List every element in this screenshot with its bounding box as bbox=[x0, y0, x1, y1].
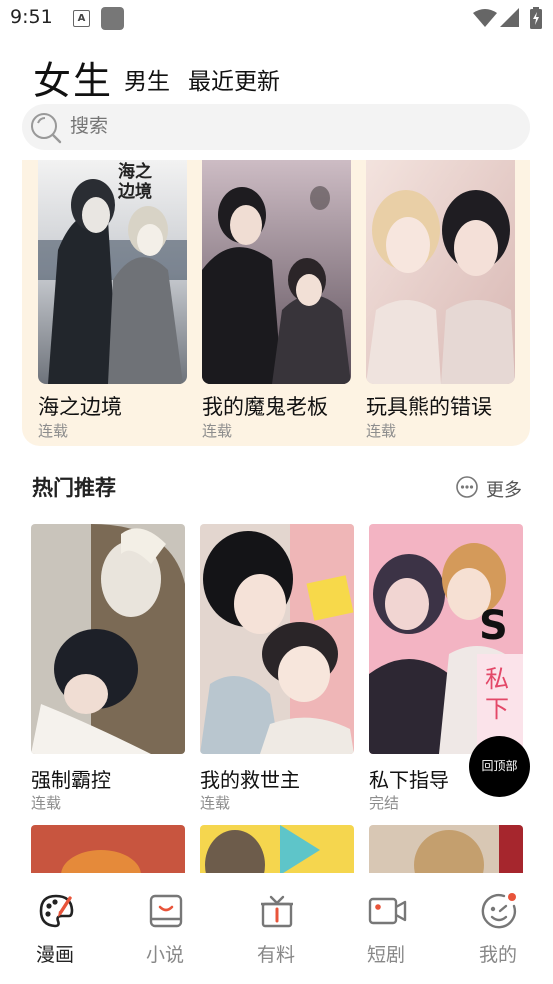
back-to-top-button[interactable]: 回顶部 bbox=[469, 736, 530, 797]
comic-cover[interactable] bbox=[366, 160, 515, 384]
comic-cover[interactable] bbox=[202, 160, 351, 384]
comic-status: 连载 bbox=[366, 422, 397, 440]
book-icon bbox=[149, 894, 183, 928]
search-icon[interactable] bbox=[30, 112, 62, 144]
nav-label: 有料 bbox=[256, 944, 295, 966]
comic-cover[interactable] bbox=[31, 825, 185, 875]
battery-icon bbox=[530, 7, 542, 29]
nav-item-novels[interactable]: 小说 bbox=[135, 892, 195, 972]
cover-title-art: 私下 bbox=[485, 665, 509, 723]
cellular-icon bbox=[500, 8, 519, 27]
video-icon bbox=[368, 897, 407, 925]
comic-status: 连载 bbox=[200, 794, 231, 812]
nav-item-short-drama[interactable]: 短剧 bbox=[356, 892, 416, 972]
comic-status: 完结 bbox=[369, 794, 400, 812]
comic-cover[interactable]: 海之 边境 bbox=[38, 160, 187, 384]
nav-label: 小说 bbox=[145, 944, 184, 966]
comic-cover[interactable]: S 私下 bbox=[369, 524, 523, 754]
search-input[interactable] bbox=[68, 114, 472, 138]
comic-title[interactable]: 私下指导 bbox=[369, 764, 449, 793]
comic-cover[interactable] bbox=[369, 825, 523, 875]
status-bar: 9:51 A bbox=[0, 0, 553, 38]
comic-status: 连载 bbox=[38, 422, 69, 440]
more-button[interactable]: 更多 bbox=[456, 476, 526, 501]
notification-a-icon: A bbox=[73, 10, 90, 27]
comic-cover[interactable] bbox=[200, 825, 354, 875]
comic-title[interactable]: 我的救世主 bbox=[200, 764, 300, 793]
comic-status: 连载 bbox=[31, 794, 62, 812]
comic-title[interactable]: 海之边境 bbox=[38, 391, 122, 421]
face-icon bbox=[481, 893, 516, 929]
nav-item-comics[interactable]: 漫画 bbox=[25, 892, 85, 972]
tab-male[interactable]: 男生 bbox=[124, 62, 170, 96]
status-time: 9:51 bbox=[10, 6, 53, 28]
tab-recent-updates[interactable]: 最近更新 bbox=[188, 62, 280, 96]
more-dots-icon bbox=[456, 476, 478, 498]
nav-label: 短剧 bbox=[366, 944, 405, 966]
section-title: 热门推荐 bbox=[32, 476, 116, 500]
wifi-icon bbox=[473, 9, 497, 27]
comic-cover[interactable] bbox=[31, 524, 185, 754]
gift-icon bbox=[261, 895, 293, 928]
tab-female[interactable]: 女生 bbox=[33, 50, 113, 105]
notification-square-icon bbox=[101, 7, 124, 30]
nav-label: 我的 bbox=[478, 944, 517, 966]
nav-item-profile[interactable]: 我的 bbox=[468, 892, 528, 972]
palette-icon bbox=[39, 894, 74, 928]
nav-item-featured[interactable]: 有料 bbox=[246, 892, 306, 972]
nav-label: 漫画 bbox=[35, 944, 74, 966]
svg-text:S: S bbox=[479, 603, 508, 649]
comic-cover[interactable] bbox=[200, 524, 354, 754]
comic-title[interactable]: 强制霸控 bbox=[31, 764, 111, 793]
cover-title-art: 海之 边境 bbox=[118, 162, 152, 202]
comic-status: 连载 bbox=[202, 422, 233, 440]
more-label: 更多 bbox=[486, 480, 522, 501]
comic-title[interactable]: 我的魔鬼老板 bbox=[202, 391, 328, 421]
comic-title[interactable]: 玩具熊的错误 bbox=[366, 391, 492, 421]
